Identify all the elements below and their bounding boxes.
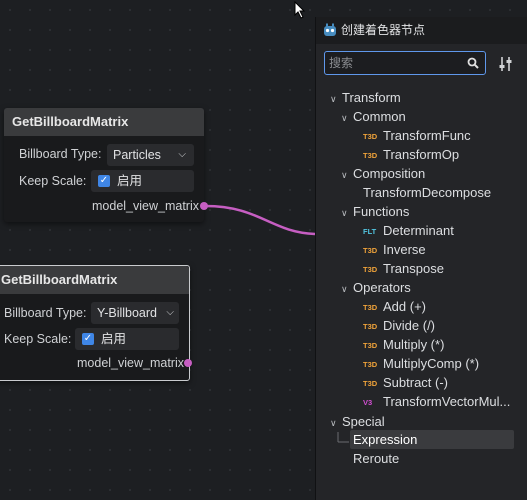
tree-label: Determinant bbox=[383, 223, 454, 238]
t3d-type-icon: T3D bbox=[363, 246, 378, 255]
filter-settings-icon[interactable] bbox=[499, 56, 513, 72]
tree-category-composition[interactable]: ∨ Composition bbox=[341, 164, 425, 183]
search-icon[interactable] bbox=[467, 57, 479, 69]
tree-label: Composition bbox=[353, 166, 426, 181]
tree-item-divide[interactable]: T3D Divide (/) bbox=[363, 316, 435, 335]
tree-category-common[interactable]: ∨ Common bbox=[341, 107, 406, 126]
tree-label: TransformDecompose bbox=[363, 185, 492, 200]
node-title[interactable]: GetBillboardMatrix bbox=[4, 108, 204, 136]
t3d-type-icon: T3D bbox=[363, 303, 378, 312]
tree-label: Inverse bbox=[383, 242, 426, 257]
keep-scale-checkbox[interactable]: ✓ 启用 bbox=[91, 170, 194, 192]
tree-label: TransformOp bbox=[383, 147, 460, 162]
flt-type-icon: FLT bbox=[363, 227, 377, 236]
checkmark-icon: ✓ bbox=[82, 333, 94, 345]
chevron-down-icon[interactable]: ∨ bbox=[330, 414, 342, 433]
keep-scale-label: Keep Scale: bbox=[4, 332, 72, 346]
godot-logo-icon bbox=[324, 23, 336, 36]
create-shader-node-panel: 创建着色器节点 ∨Transform ∨Common T3DTransformF… bbox=[315, 17, 527, 500]
tree-item-expression[interactable]: Expression bbox=[353, 430, 417, 449]
tree-item-reroute[interactable]: Reroute bbox=[353, 449, 399, 468]
tree-label: Add (+) bbox=[383, 299, 426, 314]
tree-label: TransformVectorMul... bbox=[383, 394, 511, 409]
tree-label: TransformFunc bbox=[383, 128, 471, 143]
shader-node-2[interactable]: GetBillboardMatrix Billboard Type: Y-Bil… bbox=[0, 265, 192, 381]
tree-category-operators[interactable]: ∨ Operators bbox=[341, 278, 411, 297]
t3d-type-icon: T3D bbox=[363, 341, 378, 350]
checkmark-icon: ✓ bbox=[98, 175, 110, 187]
tree-label: Operators bbox=[353, 280, 411, 295]
search-input[interactable] bbox=[329, 54, 459, 72]
tree-item-multiplycomp[interactable]: T3D MultiplyComp (*) bbox=[363, 354, 479, 373]
t3d-type-icon: T3D bbox=[363, 322, 378, 331]
billboard-type-value: Y-Billboard bbox=[97, 306, 157, 320]
chevron-down-icon[interactable]: ∨ bbox=[341, 109, 353, 128]
v3-type-icon: V3 bbox=[363, 398, 373, 407]
shader-node-1[interactable]: GetBillboardMatrix Billboard Type: Parti… bbox=[4, 108, 208, 222]
tree-label: Transpose bbox=[383, 261, 444, 276]
t3d-type-icon: T3D bbox=[363, 379, 378, 388]
chevron-down-icon[interactable]: ∨ bbox=[341, 166, 353, 185]
tree-label: Divide (/) bbox=[383, 318, 436, 333]
tree-label: Reroute bbox=[353, 451, 400, 466]
billboard-type-label: Billboard Type: bbox=[19, 147, 102, 161]
billboard-type-value: Particles bbox=[113, 148, 161, 162]
tree-item-add[interactable]: T3D Add (+) bbox=[363, 297, 426, 316]
tree-item-determinant[interactable]: FLT Determinant bbox=[363, 221, 454, 240]
panel-title: 创建着色器节点 bbox=[341, 23, 426, 37]
t3d-type-icon: T3D bbox=[363, 132, 378, 141]
tree-label: Expression bbox=[353, 432, 418, 447]
output-port[interactable] bbox=[200, 202, 208, 210]
tree-label: MultiplyComp (*) bbox=[383, 356, 480, 371]
tree-category-transform[interactable]: ∨ Transform bbox=[330, 88, 401, 107]
billboard-type-label: Billboard Type: bbox=[4, 306, 87, 320]
tree-label: Functions bbox=[353, 204, 410, 219]
panel-titlebar: 创建着色器节点 bbox=[316, 17, 527, 44]
chevron-down-icon: ⌵ bbox=[166, 307, 174, 318]
t3d-type-icon: T3D bbox=[363, 360, 378, 369]
tree-item-inverse[interactable]: T3D Inverse bbox=[363, 240, 426, 259]
tree-label: Transform bbox=[342, 90, 401, 105]
keep-scale-checkbox[interactable]: ✓ 启用 bbox=[75, 328, 179, 350]
t3d-type-icon: T3D bbox=[363, 265, 378, 274]
chevron-down-icon[interactable]: ∨ bbox=[341, 204, 353, 223]
chevron-down-icon: ⌵ bbox=[178, 149, 186, 160]
keep-scale-label: Keep Scale: bbox=[19, 174, 87, 188]
tree-item-subtract[interactable]: T3D Subtract (-) bbox=[363, 373, 448, 392]
tree-item-transformop[interactable]: T3D TransformOp bbox=[363, 145, 459, 164]
billboard-type-dropdown[interactable]: Particles ⌵ bbox=[107, 144, 194, 166]
tree-label: Common bbox=[353, 109, 406, 124]
tree-label: Multiply (*) bbox=[383, 337, 445, 352]
mouse-cursor-icon bbox=[294, 1, 306, 19]
output-port-label: model_view_matrix bbox=[77, 356, 184, 370]
tree-item-transformdecompose[interactable]: TransformDecompose bbox=[363, 183, 491, 202]
output-port-label: model_view_matrix bbox=[92, 199, 199, 213]
search-box[interactable] bbox=[324, 51, 486, 75]
output-port[interactable] bbox=[184, 359, 192, 367]
billboard-type-dropdown[interactable]: Y-Billboard ⌵ bbox=[91, 302, 179, 324]
tree-item-transpose[interactable]: T3D Transpose bbox=[363, 259, 444, 278]
tree-category-functions[interactable]: ∨ Functions bbox=[341, 202, 409, 221]
chevron-down-icon[interactable]: ∨ bbox=[341, 280, 353, 299]
t3d-type-icon: T3D bbox=[363, 151, 378, 160]
tree-item-transformfunc[interactable]: T3D TransformFunc bbox=[363, 126, 471, 145]
node-title[interactable]: GetBillboardMatrix bbox=[0, 266, 189, 294]
tree-item-multiply[interactable]: T3D Multiply (*) bbox=[363, 335, 444, 354]
tree-category-special[interactable]: ∨ Special bbox=[330, 412, 385, 431]
tree-label: Special bbox=[342, 414, 385, 429]
tree-item-transformvectormul[interactable]: V3 TransformVectorMul... bbox=[363, 392, 510, 411]
tree-label: Subtract (-) bbox=[383, 375, 449, 390]
